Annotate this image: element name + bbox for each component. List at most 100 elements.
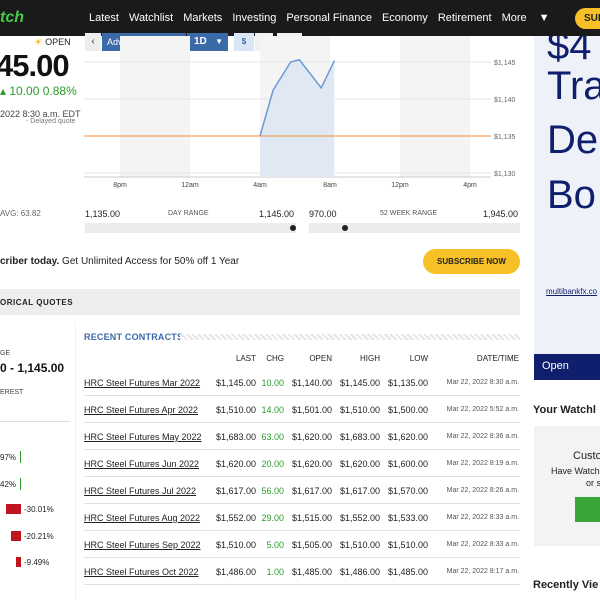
table-row: HRC Steel Futures Aug 2022 $1,552.00 29.00…: [84, 504, 520, 531]
delayed-note: - Delayed quote: [26, 118, 76, 125]
nav-watchlist[interactable]: Watchlist: [129, 12, 173, 24]
historical-quotes-title[interactable]: ORICAL QUOTES: [0, 298, 73, 307]
table-row: HRC Steel Futures Sep 2022 $1,510.00 5.00 $…: [84, 531, 520, 558]
range-label: GE: [0, 350, 11, 357]
cell-low: $1,620.00: [387, 432, 428, 442]
perf-2-bar: [20, 478, 21, 490]
header-datetime: DATE/TIME: [476, 354, 519, 363]
cell-date: Mar 22, 2022 8:33 a.m.: [446, 541, 519, 548]
perf-1: 97%: [0, 453, 17, 462]
shade-band: [400, 36, 470, 177]
cell-last: $1,510.00: [215, 405, 256, 415]
header-high: HIGH: [360, 354, 380, 363]
cell-open: $1,505.00: [291, 540, 332, 550]
cell-chg: 20.00: [261, 459, 284, 469]
contract-link[interactable]: HRC Steel Futures Oct 2022: [84, 567, 199, 577]
x-tick-label: 4pm: [463, 182, 477, 189]
ad-line-4: Bo: [547, 173, 596, 217]
x-tick-label: 8am: [323, 182, 337, 189]
week-range-low: 970.00: [309, 209, 337, 219]
contract-link[interactable]: HRC Steel Futures Mar 2022: [84, 378, 200, 388]
day-range-low: 1,135.00: [85, 209, 121, 219]
week-range-label: 52 WEEK RANGE: [380, 210, 438, 217]
header-chg: CHG: [266, 354, 284, 363]
contract-link[interactable]: HRC Steel Futures Jun 2022: [84, 459, 199, 469]
contract-link[interactable]: HRC Steel Futures Sep 2022: [84, 540, 201, 550]
contract-link[interactable]: HRC Steel Futures May 2022: [84, 432, 202, 442]
week-range-high: 1,945.00: [483, 209, 519, 219]
cell-low: $1,485.00: [387, 567, 428, 577]
contract-link[interactable]: HRC Steel Futures Aug 2022: [84, 513, 200, 523]
week-range-bar: [309, 223, 520, 233]
perf-5-bar: [16, 557, 21, 567]
cell-last: $1,683.00: [215, 432, 256, 442]
ad-link[interactable]: multibankfx.co: [546, 287, 597, 296]
cell-chg: 5.00: [266, 540, 284, 550]
cell-high: $1,486.00: [339, 567, 380, 577]
ad-open-button[interactable]: Open: [534, 354, 600, 380]
cell-date: Mar 22, 2022 8:26 a.m.: [446, 487, 519, 494]
cell-last: $1,617.00: [215, 486, 256, 496]
nav-investing[interactable]: Investing: [232, 12, 276, 24]
subscribe-pill-button[interactable]: SUB: [575, 8, 600, 29]
day-range-label: DAY RANGE: [168, 210, 209, 217]
x-tick-label: 12pm: [391, 182, 409, 189]
nav-personal-finance[interactable]: Personal Finance: [286, 12, 372, 24]
ad-banner[interactable]: $4 Tra De Bo multibankfx.co Open: [534, 36, 600, 380]
day-range-bar: [85, 223, 296, 233]
perf-5: -9.49%: [24, 558, 50, 567]
table-row: HRC Steel Futures May 2022 $1,683.00 63.00…: [84, 423, 520, 450]
watchlist-create-button[interactable]: [575, 497, 600, 522]
recently-viewed-title: Recently Vie: [533, 579, 599, 591]
nav-economy[interactable]: Economy: [382, 12, 428, 24]
cell-date: Mar 22, 2022 5:52 a.m.: [446, 406, 519, 413]
cell-high: $1,510.00: [339, 540, 380, 550]
cell-last: $1,510.00: [215, 540, 256, 550]
avg-volume: AVG: 63.82: [0, 209, 41, 218]
nav-more[interactable]: More ▼: [502, 12, 560, 24]
cell-high: $1,552.00: [339, 513, 380, 523]
cell-chg: 14.00: [261, 405, 284, 415]
cell-high: $1,620.00: [339, 459, 380, 469]
quote-change-value: 10.00: [9, 84, 40, 98]
column-divider: [75, 322, 76, 600]
nav-retirement[interactable]: Retirement: [438, 12, 492, 24]
cell-low: $1,135.00: [387, 378, 428, 388]
table-row: HRC Steel Futures Mar 2022 $1,145.00 10.00…: [84, 369, 520, 396]
up-arrow-icon: ▴: [0, 84, 7, 98]
cell-last: $1,552.00: [215, 513, 256, 523]
caret-down-icon: ▼: [538, 12, 550, 24]
cell-open: $1,485.00: [291, 567, 332, 577]
subscribe-now-button[interactable]: SUBSCRIBE NOW: [423, 249, 520, 274]
perf-1-bar: [20, 451, 21, 463]
promo-offer: Get Unlimited Access for 50% off 1 Year: [59, 256, 240, 267]
nav-markets[interactable]: Markets: [183, 12, 222, 24]
price-chart[interactable]: $1,145 $1,140 $1,135 $1,130 8pm 12am 4am 8am 12p…: [84, 36, 524, 192]
historical-quotes-bar[interactable]: [0, 289, 520, 315]
cell-last: $1,620.00: [215, 459, 256, 469]
quote-price: 45.00: [0, 48, 70, 83]
table-row: HRC Steel Futures Jun 2022 $1,620.00 20.00…: [84, 450, 520, 477]
y-tick-label: $1,135: [494, 134, 516, 141]
divider: [0, 421, 70, 422]
delayed-note-text: Delayed quote: [30, 118, 76, 125]
header-open: OPEN: [309, 354, 332, 363]
contract-link[interactable]: HRC Steel Futures Apr 2022: [84, 405, 198, 415]
perf-2: 42%: [0, 480, 17, 489]
table-row: HRC Steel Futures Apr 2022 $1,510.00 14.00…: [84, 396, 520, 423]
cell-open: $1,617.00: [291, 486, 332, 496]
x-tick-label: 8pm: [113, 182, 127, 189]
cell-low: $1,570.00: [387, 486, 428, 496]
perf-3: -30.01%: [24, 505, 54, 514]
table-row: HRC Steel Futures Jul 2022 $1,617.00 56.00…: [84, 477, 520, 504]
nav-latest[interactable]: Latest: [89, 12, 119, 24]
cell-high: $1,145.00: [339, 378, 380, 388]
cell-high: $1,617.00: [339, 486, 380, 496]
site-logo[interactable]: tch: [0, 9, 24, 27]
ad-line-2: Tra: [547, 64, 600, 108]
cell-last: $1,486.00: [215, 567, 256, 577]
cell-low: $1,533.00: [387, 513, 428, 523]
ad-line-3: De: [547, 118, 599, 162]
contract-link[interactable]: HRC Steel Futures Jul 2022: [84, 486, 196, 496]
y-tick-label: $1,130: [494, 171, 516, 178]
